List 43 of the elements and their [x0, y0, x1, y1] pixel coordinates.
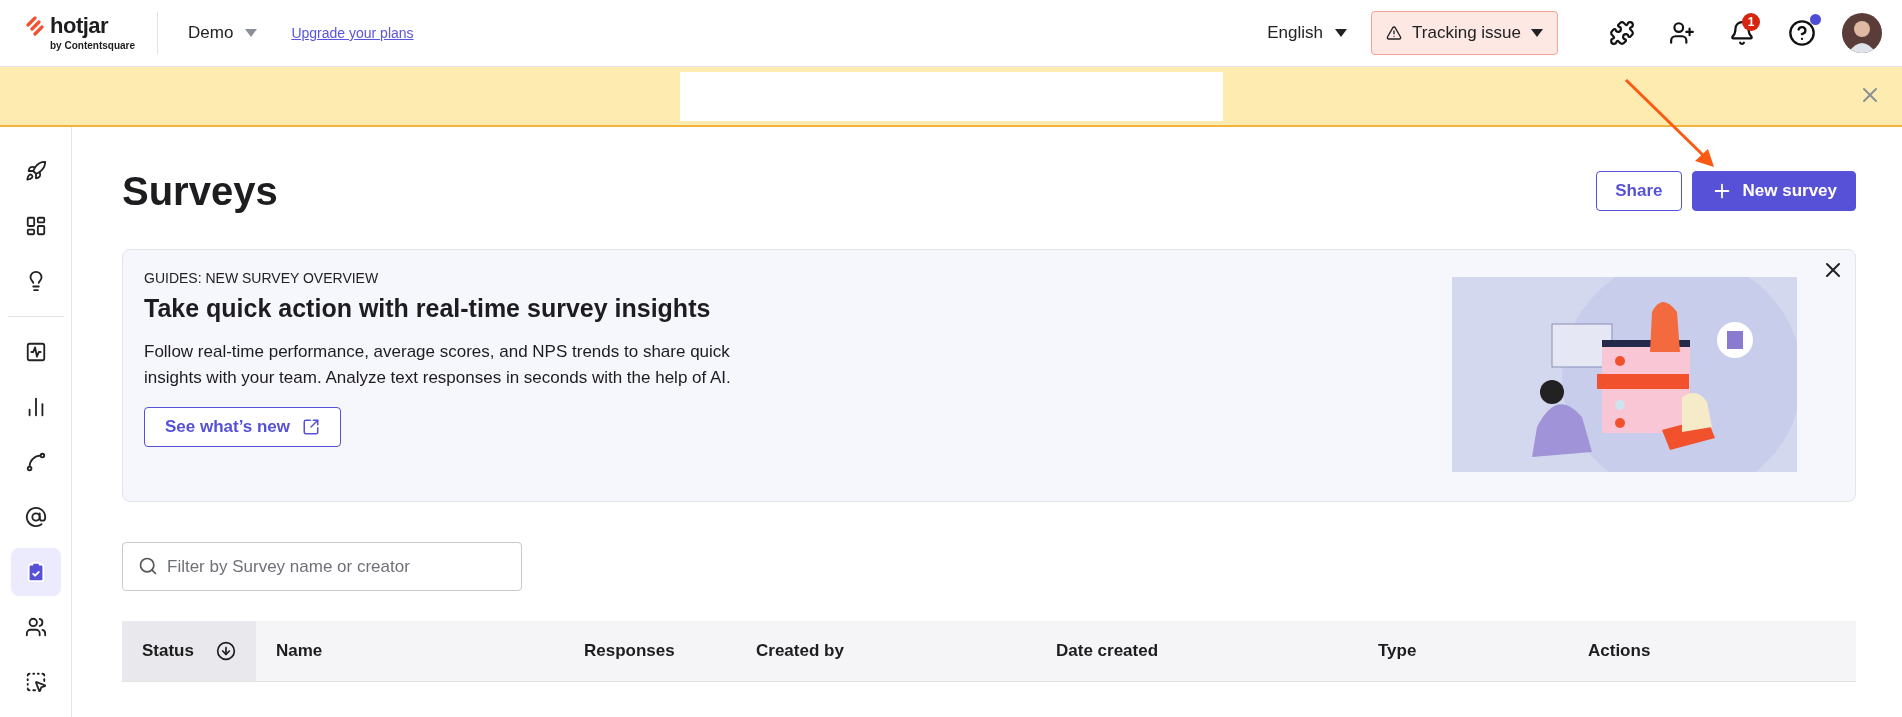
guide-eyebrow: GUIDES: NEW SURVEY OVERVIEW [144, 270, 380, 286]
tracking-issue-button[interactable]: Tracking issue [1371, 11, 1558, 55]
language-dropdown[interactable]: English [1261, 22, 1354, 44]
column-header[interactable]: Responses [564, 621, 736, 681]
new-survey-button[interactable]: New survey [1691, 171, 1856, 211]
path-icon [24, 451, 47, 473]
puzzle-icon [1609, 20, 1635, 46]
column-header[interactable]: Actions [1568, 621, 1856, 681]
see-whats-new-button[interactable]: See what’s new [144, 407, 342, 447]
column-header[interactable]: Status [122, 621, 256, 681]
page-title: Surveys [122, 168, 278, 214]
share-button[interactable]: Share [1596, 171, 1682, 211]
logo-text: hotjar [50, 15, 109, 37]
search-field[interactable]: Filter by Survey name or creator [122, 542, 522, 591]
users-icon [24, 616, 47, 638]
external-link-icon [302, 418, 321, 436]
column-header[interactable]: Type [1358, 621, 1568, 681]
line-chart-icon [24, 341, 47, 363]
logo-tagline: by Contentsquare [50, 40, 135, 51]
avatar[interactable] [1842, 13, 1882, 53]
at-sign-icon [24, 506, 47, 528]
caret-icon [245, 29, 258, 37]
notification-badge: 1 [1742, 13, 1760, 31]
rocket-icon [24, 160, 47, 182]
sort-icon [215, 641, 236, 661]
logo-icon [26, 16, 44, 36]
column-header[interactable]: Name [256, 621, 564, 681]
notifications-button[interactable]: 1 [1720, 11, 1764, 55]
caret-icon [1335, 29, 1348, 37]
column-header[interactable]: Date created [1036, 621, 1358, 681]
caret-icon [1531, 29, 1543, 37]
status-dot [1810, 14, 1821, 25]
guide-heading: Take quick action with real-time survey insights [144, 294, 712, 323]
guide-description: Follow real-time performance, average scores, and NPS trends to share quick insights with your team. Analyze text responses in seconds with the help of AI. [144, 341, 732, 389]
project-dropdown[interactable]: Demo [184, 19, 262, 47]
warning-icon [1386, 25, 1403, 41]
column-header[interactable]: Created by [736, 621, 1036, 681]
upgrade-link[interactable]: Upgrade your plans [291, 25, 414, 41]
pointer-selection-icon [24, 671, 47, 693]
user-plus-icon [1669, 20, 1695, 46]
search-icon [138, 556, 158, 576]
help-icon [1788, 19, 1816, 47]
dashboard-icon [24, 215, 47, 237]
